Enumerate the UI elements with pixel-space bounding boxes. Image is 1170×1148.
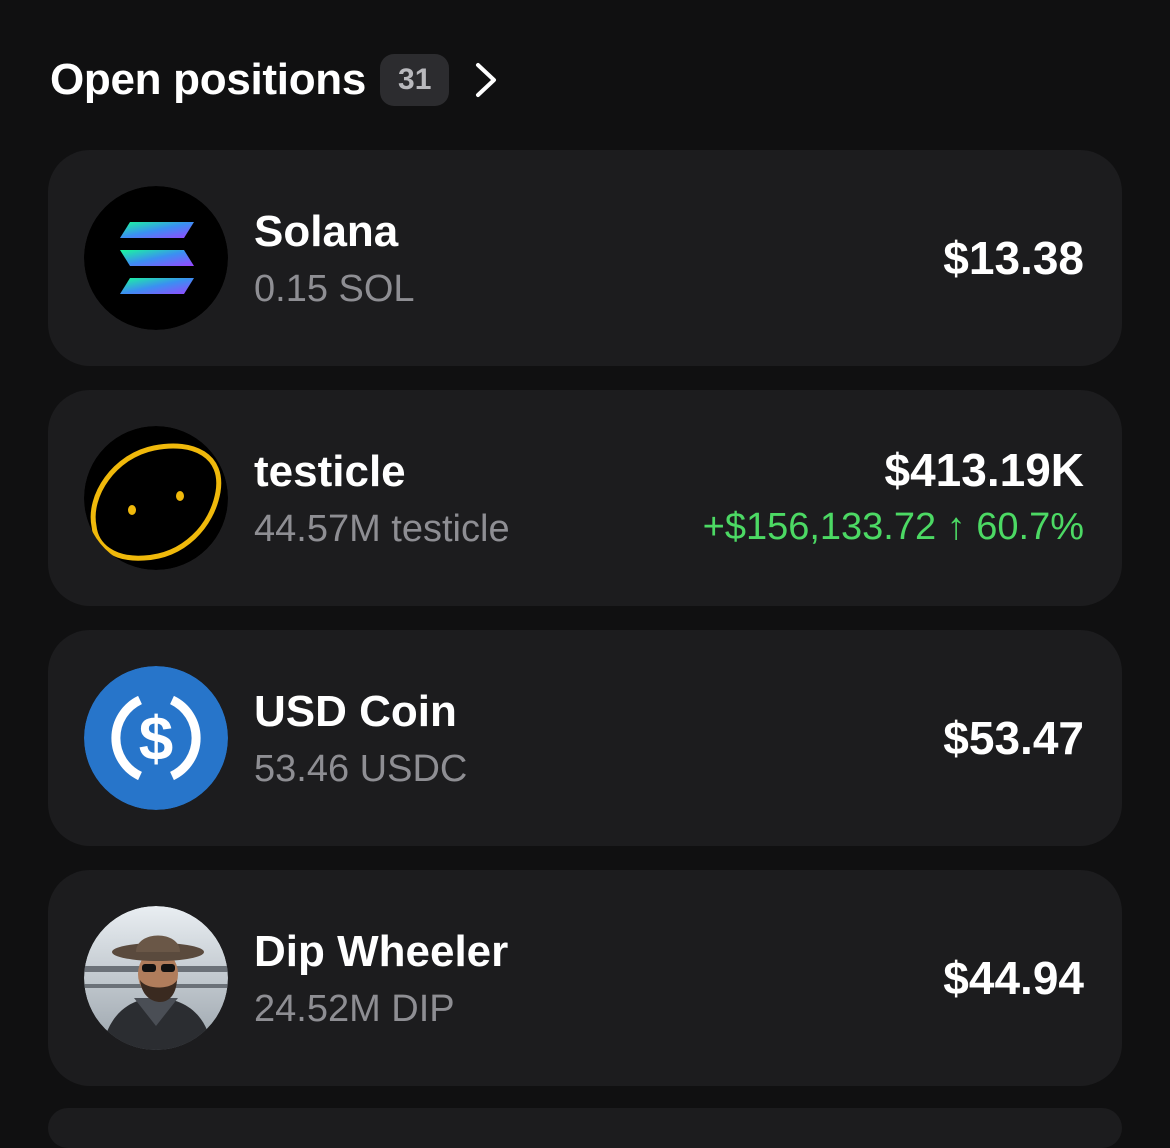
position-values: $413.19K +$156,133.72 ↑ 60.7% bbox=[703, 390, 1084, 606]
position-values: $44.94 bbox=[943, 870, 1084, 1086]
open-positions-header[interactable]: Open positions 31 bbox=[50, 52, 501, 108]
position-value: $44.94 bbox=[943, 952, 1084, 1004]
next-position-card-peek[interactable] bbox=[48, 1108, 1122, 1148]
position-values: $13.38 bbox=[943, 150, 1084, 366]
dip-wheeler-avatar-icon bbox=[84, 906, 228, 1050]
position-name: Dip Wheeler bbox=[254, 927, 509, 976]
position-info: USD Coin 53.46 USDC bbox=[254, 684, 467, 796]
position-row-dip-wheeler[interactable]: Dip Wheeler 24.52M DIP $44.94 bbox=[48, 870, 1122, 1086]
position-values: $53.47 bbox=[943, 630, 1084, 846]
position-pnl: +$156,133.72 ↑ 60.7% bbox=[702, 506, 1084, 548]
position-value: $53.47 bbox=[943, 712, 1084, 764]
position-row-testicle[interactable]: testicle 44.57M testicle $413.19K +$156,… bbox=[48, 390, 1122, 606]
position-value: $13.38 bbox=[943, 232, 1084, 284]
positions-list: Solana 0.15 SOL $13.38 testicle 44.57M t… bbox=[48, 150, 1122, 1110]
testicle-token-icon bbox=[84, 426, 228, 570]
position-quantity: 44.57M testicle bbox=[254, 508, 510, 550]
positions-count-badge: 31 bbox=[380, 54, 450, 106]
position-info: testicle 44.57M testicle bbox=[254, 444, 510, 556]
chevron-right-icon[interactable] bbox=[471, 60, 501, 100]
page-title: Open positions bbox=[50, 55, 367, 104]
position-quantity: 24.52M DIP bbox=[254, 988, 455, 1030]
position-quantity: 53.46 USDC bbox=[254, 748, 468, 790]
position-row-solana[interactable]: Solana 0.15 SOL $13.38 bbox=[48, 150, 1122, 366]
position-name: testicle bbox=[254, 447, 406, 496]
position-row-usd-coin[interactable]: $ USD Coin 53.46 USDC $53.47 bbox=[48, 630, 1122, 846]
solana-logo-icon bbox=[84, 186, 228, 330]
position-value: $413.19K bbox=[884, 444, 1085, 496]
position-name: USD Coin bbox=[254, 687, 457, 736]
usdc-logo-icon: $ bbox=[84, 666, 228, 810]
svg-text:$: $ bbox=[139, 705, 173, 774]
position-info: Solana 0.15 SOL bbox=[254, 204, 415, 316]
position-info: Dip Wheeler 24.52M DIP bbox=[254, 924, 508, 1036]
position-quantity: 0.15 SOL bbox=[254, 268, 415, 310]
position-name: Solana bbox=[254, 207, 399, 256]
